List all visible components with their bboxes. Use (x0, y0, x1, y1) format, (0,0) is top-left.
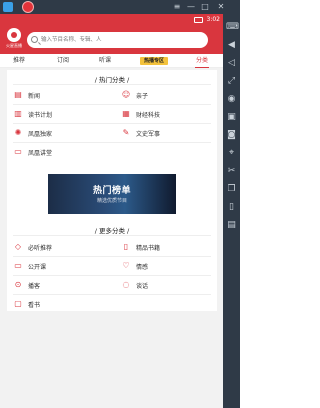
category-label: 播客 (28, 282, 41, 290)
phoenix-icon: ✺ (14, 128, 22, 137)
category-label: 文史军事 (136, 130, 161, 138)
category-label: 读书计划 (28, 111, 53, 119)
category-label: 新闻 (28, 92, 41, 100)
scissors-icon[interactable]: ✂ (226, 166, 237, 177)
copy-icon[interactable]: ❐ (226, 184, 237, 195)
news-icon: ▤ (14, 90, 22, 99)
baby-icon: ☺ (121, 90, 131, 99)
search-placeholder: 输入节目名称、专辑、人 (41, 37, 102, 43)
menu-icon[interactable]: ≡ (170, 0, 184, 14)
divider (13, 142, 211, 143)
diamond-icon: ◇ (14, 242, 22, 251)
category-label: 精品书籍 (136, 244, 161, 252)
category-label: 情感 (136, 263, 149, 271)
category-podcast[interactable]: ⊙ 播客 (13, 280, 40, 290)
finance-icon: ▦ (122, 109, 130, 118)
category-talk[interactable]: ◌ 谈话 (121, 280, 149, 290)
category-news[interactable]: ▤ 新闻 (13, 90, 40, 100)
volume-down-icon[interactable]: ◁ (226, 58, 237, 69)
status-time: 3:02 (206, 16, 220, 23)
category-parenting[interactable]: ☺ 亲子 (121, 90, 148, 100)
record-icon[interactable]: ▣ (226, 112, 237, 123)
tab-recommend[interactable]: 推荐 (10, 54, 28, 68)
category-reading-plan[interactable]: ▥ 读书计划 (13, 109, 52, 119)
category-label: 看书 (28, 301, 41, 309)
divider (13, 84, 211, 85)
category-finance-tech[interactable]: ▦ 财经科技 (121, 109, 160, 119)
maximize-icon[interactable]: □ (198, 0, 212, 14)
heart-icon: ♡ (122, 261, 130, 270)
category-premium-books[interactable]: ▯ 精品书籍 (121, 242, 160, 252)
category-phoenix-lecture[interactable]: ▭ 凤凰讲堂 (13, 147, 52, 157)
divider (13, 294, 211, 295)
category-emotion[interactable]: ♡ 情感 (121, 261, 148, 271)
folder-icon[interactable]: ▤ (226, 220, 237, 231)
search-icon (31, 36, 38, 43)
category-read-books[interactable]: ▢ 看书 (13, 299, 40, 309)
books-icon: ▯ (123, 242, 129, 251)
close-icon[interactable]: ✕ (214, 0, 228, 14)
category-tabs: 推荐 订阅 听课 热播专区 分类 (0, 54, 223, 68)
divider (13, 104, 211, 105)
category-history-military[interactable]: ✎ 文史军事 (121, 128, 160, 138)
lecture-icon: ▭ (14, 147, 22, 156)
category-label: 必听推荐 (28, 244, 53, 252)
tab-courses[interactable]: 听课 (96, 54, 114, 68)
divider (13, 235, 211, 236)
phone-icon[interactable]: ▯ (226, 202, 237, 213)
categories-card: / 热门分类 / ▤ 新闻 ☺ 亲子 ▥ 读书计划 ▦ 财经科技 ✺ 凤凰独家 … (7, 70, 217, 311)
minimize-icon[interactable]: — (184, 0, 198, 14)
keyboard-icon[interactable]: ⌨ (226, 22, 239, 33)
status-bar: 3:02 (0, 14, 223, 26)
app-logo[interactable]: 火星直播 (3, 27, 25, 53)
talk-icon: ◌ (122, 280, 130, 289)
history-icon: ✎ (122, 128, 130, 137)
volume-up-icon[interactable]: ◀ (226, 40, 237, 51)
category-label: 亲子 (136, 92, 149, 100)
app-window: 3:02 火星直播 输入节目名称、专辑、人 推荐 订阅 听课 热播专区 分类 /… (0, 14, 223, 408)
emulator-title-bar: ≡ — □ ✕ (0, 0, 240, 14)
logo-text: 火星直播 (6, 43, 22, 48)
hot-categories-title: / 热门分类 / (94, 76, 130, 84)
reading-icon: ▢ (14, 299, 22, 308)
banner-subtitle: 精选优质节目 (96, 198, 127, 204)
podcast-icon: ⊙ (14, 280, 22, 289)
logo-icon (7, 28, 21, 42)
category-open-course[interactable]: ▭ 公开课 (13, 261, 46, 271)
more-categories-title: / 更多分类 / (94, 227, 130, 235)
battery-icon (194, 17, 203, 23)
book-icon: ▥ (14, 109, 22, 118)
search-header: 火星直播 输入节目名称、专辑、人 (0, 26, 223, 54)
divider (13, 275, 211, 276)
banner-title: 热门榜单 (92, 186, 131, 196)
category-must-listen[interactable]: ◇ 必听推荐 (13, 242, 52, 252)
emulator-home-icon[interactable] (3, 2, 13, 12)
tab-subscribe[interactable]: 订阅 (54, 54, 72, 68)
category-label: 谈话 (136, 282, 149, 290)
category-phoenix-exclusive[interactable]: ✺ 凤凰独家 (13, 128, 52, 138)
category-label: 凤凰独家 (28, 130, 53, 138)
open-course-icon: ▭ (14, 261, 22, 270)
camera-icon[interactable]: ◙ (226, 130, 237, 141)
location-icon[interactable]: ⌖ (226, 148, 237, 159)
app-tab-icon[interactable] (22, 1, 34, 13)
category-label: 凤凰讲堂 (28, 149, 53, 157)
category-label: 财经科技 (136, 111, 161, 119)
emulator-side-toolbar: ⌨ ◀ ◁ ⤢ ◉ ▣ ◙ ⌖ ✂ ❐ ▯ ▤ (223, 14, 240, 408)
eye-icon[interactable]: ◉ (226, 94, 237, 105)
tab-categories[interactable]: 分类 (193, 54, 211, 68)
hot-ranking-banner[interactable]: 热门榜单 精选优质节目 (48, 174, 176, 214)
divider (13, 123, 211, 124)
divider (13, 256, 211, 257)
tab-hot-zone[interactable]: 热播专区 (140, 57, 168, 65)
fullscreen-icon[interactable]: ⤢ (226, 76, 237, 87)
search-input[interactable]: 输入节目名称、专辑、人 (27, 32, 208, 48)
category-label: 公开课 (28, 263, 47, 271)
